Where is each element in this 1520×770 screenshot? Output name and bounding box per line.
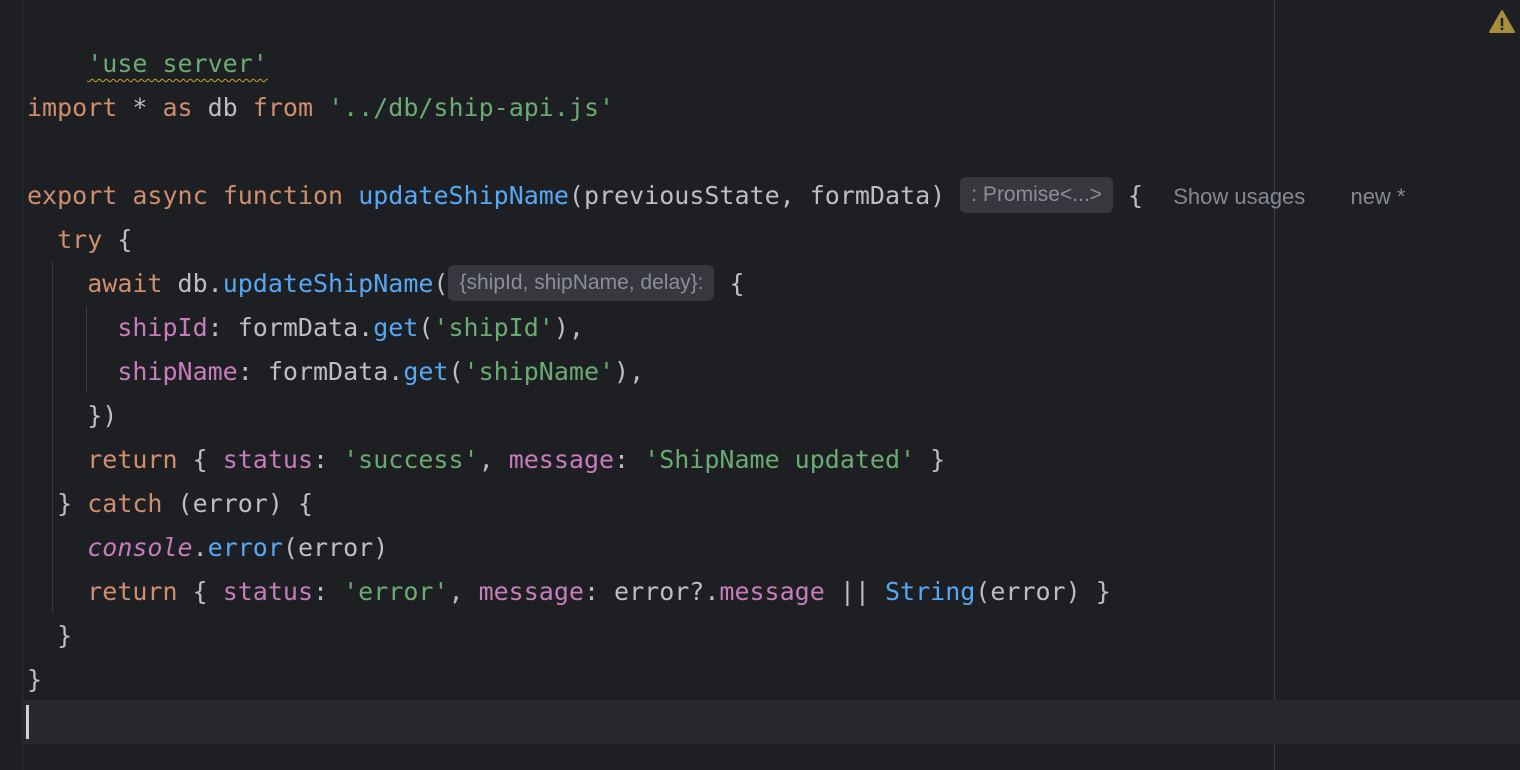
token-text: : error?. (583, 577, 720, 606)
token-text: || (824, 577, 885, 606)
keyword-import: import (27, 93, 118, 122)
string-literal: 'ShipName updated' (644, 445, 916, 474)
code-line-13: console.error(error) (27, 526, 388, 570)
keyword-return: return (87, 445, 178, 474)
token-text: : (313, 577, 344, 606)
token-text: { (177, 445, 223, 474)
code-line-11: return { status: 'success', message: 'Sh… (27, 438, 945, 482)
token-text: (error) (282, 533, 389, 562)
property-shipid: shipId (117, 313, 208, 342)
code-line-5: export async function updateShipName(pre… (27, 174, 1406, 218)
keyword-try: try (57, 225, 103, 254)
token-text: (error) } (975, 577, 1111, 606)
keyword-as: as (162, 93, 193, 122)
token-dot: . (192, 533, 208, 562)
text-caret (26, 705, 29, 739)
show-usages-link[interactable]: Show usages (1173, 184, 1305, 209)
identifier-db: db. (162, 269, 223, 298)
property-status: status (222, 577, 313, 606)
token-text: { (177, 577, 223, 606)
identifier-db: db (192, 93, 253, 122)
code-editor[interactable]: 'use server' import * as db from '../db/… (0, 0, 1520, 770)
string-literal: 'success' (343, 445, 479, 474)
code-line-6: try { (27, 218, 132, 262)
code-line-1: 'use server' (27, 0, 268, 78)
method-error: error (207, 533, 283, 562)
token-text: , (448, 577, 479, 606)
keyword-catch: catch (87, 489, 163, 518)
function-params: (previousState, formData) (568, 181, 946, 210)
code-line-12: } catch (error) { (27, 482, 313, 526)
token-text: : formData. (237, 357, 404, 386)
use-server-directive[interactable]: 'use server' (87, 49, 268, 78)
keyword-export: export (27, 181, 118, 210)
code-line-10: }) (27, 394, 117, 438)
property-message: message (478, 577, 584, 606)
import-path: '../db/ship-api.js' (328, 93, 615, 122)
token-text: : (614, 445, 645, 474)
keyword-await: await (87, 269, 163, 298)
keyword-function: function (222, 181, 344, 210)
warning-triangle-icon[interactable] (1489, 9, 1515, 35)
string-literal: 'shipId' (433, 313, 554, 342)
open-paren: ( (448, 357, 464, 386)
close-brace: } (27, 665, 43, 694)
token-text: , (478, 445, 509, 474)
token-text: } (57, 489, 88, 518)
token-star: * (117, 93, 163, 122)
method-get: get (373, 313, 419, 342)
keyword-from: from (252, 93, 314, 122)
string-literal: 'shipName' (463, 357, 615, 386)
builtin-string: String (884, 577, 976, 606)
author-status-label[interactable]: new * (1350, 184, 1405, 209)
property-shipname: shipName (117, 357, 238, 386)
keyword-return: return (87, 577, 178, 606)
string-literal: 'error' (343, 577, 449, 606)
token-text: : formData. (207, 313, 374, 342)
property-message: message (719, 577, 825, 606)
method-get: get (403, 357, 449, 386)
code-line-8: shipId: formData.get('shipId'), (27, 306, 584, 350)
method-call[interactable]: updateShipName (223, 269, 434, 298)
token-text: } (915, 445, 946, 474)
close-paren: ), (553, 313, 584, 342)
code-line-15: } (27, 614, 72, 658)
token-text: : (313, 445, 344, 474)
gutter-divider (22, 0, 23, 770)
code-line-14: return { status: 'error', message: error… (27, 570, 1111, 614)
code-line-9: shipName: formData.get('shipName'), (27, 350, 644, 394)
open-brace: { (714, 269, 745, 298)
close-paren: ), (614, 357, 645, 386)
code-line-3: import * as db from '../db/ship-api.js' (27, 86, 614, 130)
property-message: message (508, 445, 615, 474)
return-type-inlay-hint[interactable]: : Promise<...> (960, 177, 1113, 213)
function-name[interactable]: updateShipName (358, 181, 569, 210)
global-console: console (87, 533, 193, 562)
keyword-async: async (132, 181, 208, 210)
open-paren: ( (418, 313, 434, 342)
open-brace: { (1112, 181, 1144, 210)
close-brace: } (57, 621, 73, 650)
token-text: (error) { (162, 489, 313, 518)
right-margin-guide (1274, 0, 1275, 770)
current-line-highlight (22, 700, 1520, 744)
parameter-inlay-hint[interactable]: {shipId, shipName, delay}: (448, 265, 715, 301)
token-brace: { (102, 225, 133, 254)
property-status: status (222, 445, 313, 474)
open-paren: ( (433, 269, 449, 298)
code-line-7: await db.updateShipName({shipId, shipNam… (27, 262, 745, 306)
close-brace-paren: }) (87, 401, 118, 430)
code-line-16: } (27, 658, 42, 702)
